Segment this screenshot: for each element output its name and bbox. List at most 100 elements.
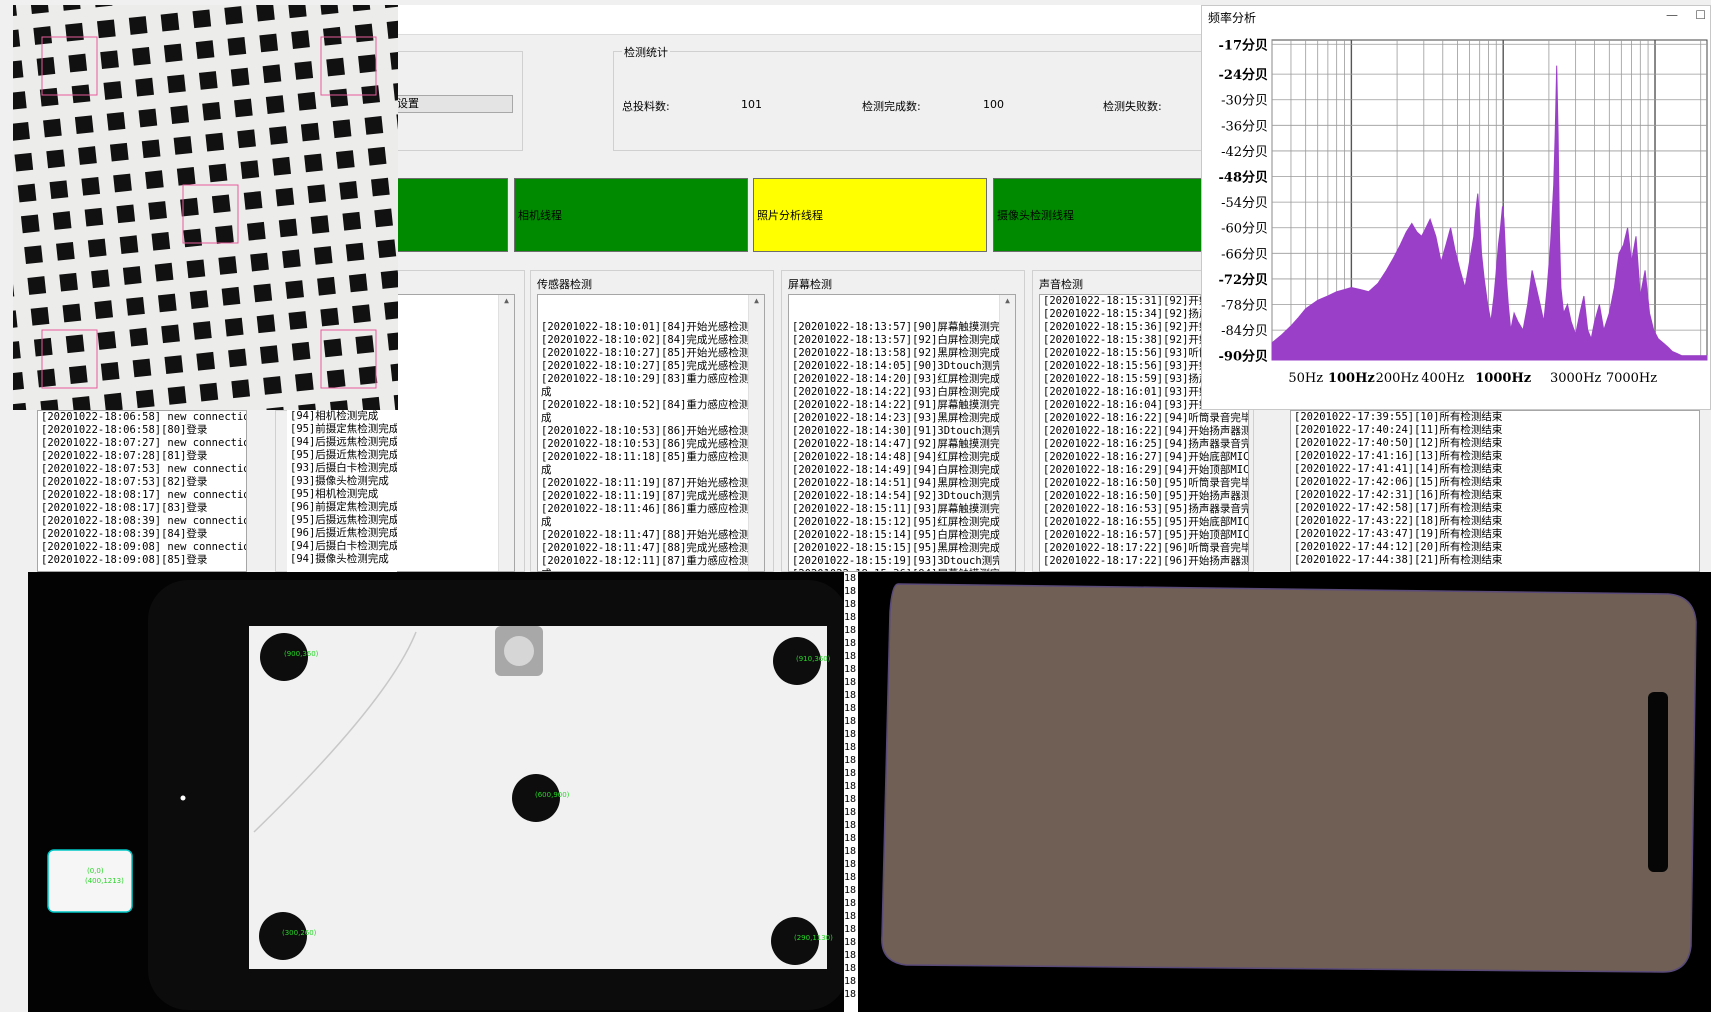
sensor-panel-title: 传感器检测 (537, 278, 592, 291)
grid-square (246, 221, 266, 241)
log-line: [20201022-18:10:27][85]开始光感检测 (541, 347, 750, 359)
grid-square (265, 95, 285, 114)
grid-square (20, 214, 40, 234)
grid-square (151, 231, 171, 251)
grid-square (380, 270, 398, 289)
grid-square (132, 46, 151, 66)
log-line: [20201022-17:42:06][15]所有检测结束 (1294, 476, 1503, 488)
grid-square (56, 241, 75, 261)
grid-square (13, 372, 25, 391)
grid-square (186, 259, 206, 279)
strip-text: 18 (844, 599, 857, 610)
grid-square (323, 338, 343, 358)
strip-text: 18 (844, 924, 857, 935)
truncated-log-strip: 18 18 18 18 18 18 18 18 18 18 18 18 18 18 18 18 18 18 18 18… (844, 572, 858, 1012)
log-line: [20201022-18:07:28][81]登录 (41, 450, 208, 462)
log-line: [20201022-18:08:39] new connection (41, 515, 246, 527)
log-line: [20201022-18:09:08] new connection (41, 541, 246, 553)
grid-square (39, 87, 59, 107)
grid-square (285, 280, 304, 299)
maximize-button[interactable]: ☐ (1695, 8, 1706, 22)
screen-log[interactable]: [20201022-18:13:57][90]屏幕触摸测完成 [20201022-… (788, 294, 1016, 572)
sensor-log[interactable]: [20201022-18:10:01][84]开始光感检测 [20201022-1… (537, 294, 765, 572)
grid-square (40, 399, 60, 410)
scroll-up-icon[interactable]: ▲ (1000, 295, 1015, 307)
settings-field[interactable]: 设置 (394, 95, 513, 113)
grid-square (234, 98, 253, 118)
connection-log[interactable]: [20201022-18:06:58] new connection [20201… (37, 410, 247, 572)
grid-square (65, 334, 85, 354)
log-line: [20201022-18:14:49][94]白屏检测完成 (792, 464, 1001, 476)
grid-square (224, 317, 244, 337)
grid-square (330, 400, 349, 410)
strip-text: 18 (844, 859, 857, 870)
camera-log[interactable]: [94]相机检测完成 [95]前摄定焦检测完成 [94]后摄远焦检测完成 [95]后摄… (287, 410, 397, 572)
strip-text: 18 (844, 963, 857, 974)
log-line: [20201022-18:11:47][88]开始光感检测 (541, 529, 750, 541)
grid-square (14, 152, 34, 172)
grid-square (84, 207, 104, 227)
done-value: 100 (983, 98, 1004, 111)
grid-square (339, 181, 358, 200)
grid-square (94, 300, 114, 319)
log-line: [20201022-18:13:58][92]黑屏检测完成 (792, 347, 1001, 359)
grid-square (393, 393, 398, 410)
grid-square (262, 64, 282, 84)
grid-square (148, 201, 167, 220)
log-line: [20201022-18:14:48][94]红屏检测完成 (792, 451, 1001, 463)
grid-square (298, 403, 317, 410)
vertical-scrollbar[interactable]: ▲ (999, 295, 1015, 571)
strip-text: 18 (844, 612, 857, 623)
log-line: [20201022-18:15:11][93]屏幕触摸测完成 (792, 503, 1011, 515)
grid-square (354, 23, 374, 43)
log-line: [20201022-18:16:22][94]开始扬声器测试 (1043, 425, 1248, 437)
panel-0-log[interactable]: ▲ (395, 294, 515, 572)
grid-square (227, 36, 247, 56)
log-line: [20201022-18:10:53][86]开始光感检测 (541, 425, 750, 437)
grid-square (17, 183, 37, 203)
log-line: [96]后摄近焦检测完成 (290, 527, 397, 539)
scroll-up-icon[interactable]: ▲ (749, 295, 764, 307)
grid-square (199, 382, 219, 402)
grid-square (183, 228, 203, 248)
y-tick-label: -30分贝 (1221, 94, 1268, 109)
log-line: [95]后摄远焦检测完成 (290, 514, 397, 526)
log-line: [94]摄像头检测完成 (290, 553, 389, 565)
grid-square (352, 304, 371, 324)
grid-square (272, 156, 292, 176)
y-tick-label: -54分贝 (1221, 196, 1268, 211)
log-line: [20201022-17:42:31][16]所有检测结束 (1294, 489, 1503, 501)
vertical-scrollbar[interactable]: ▲ (748, 295, 764, 571)
minimize-button[interactable]: — (1666, 8, 1678, 22)
strip-text: 18 (844, 625, 857, 636)
grid-square (396, 112, 398, 132)
grid-square (269, 126, 288, 145)
log-line: [20201022-18:16:22][94]听筒录音完毕 (1043, 412, 1248, 424)
grid-square (189, 290, 209, 309)
thread-label: 摄像头检测线程 (997, 209, 1074, 222)
log-line: [95]后摄近焦检测完成 (290, 449, 397, 461)
grid-square (351, 5, 371, 12)
strip-text: 18 (844, 820, 857, 831)
grid-square (161, 324, 180, 344)
grid-square (390, 362, 398, 382)
grid-square (332, 119, 352, 139)
grid-square (132, 358, 152, 378)
camera-thread-block: 相机线程 (514, 178, 748, 252)
scroll-up-icon[interactable]: ▲ (499, 295, 514, 307)
strip-text: 18 (844, 794, 857, 805)
grid-square (13, 341, 21, 360)
vertical-scrollbar[interactable]: ▲ (498, 295, 514, 571)
grid-square (393, 81, 398, 101)
y-tick-label: -42分贝 (1221, 145, 1268, 160)
grid-square (256, 5, 275, 22)
grid-square (224, 6, 243, 25)
grid-square (157, 293, 177, 313)
grid-square (291, 341, 311, 361)
phone-screen-image (858, 572, 1711, 1012)
grid-square (13, 60, 24, 80)
grid-square (259, 345, 279, 364)
log-line: [20201022-18:06:58] new connection (41, 411, 246, 423)
result-log[interactable]: [20201022-17:39:55][10]所有检测结束 [20201022-1… (1290, 410, 1700, 572)
strip-text: 18 (844, 833, 857, 844)
